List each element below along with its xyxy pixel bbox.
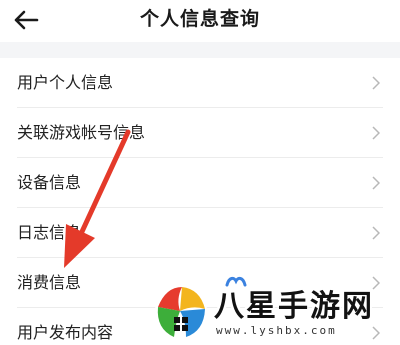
section-gap — [0, 42, 400, 58]
top-bar: 个人信息查询 — [0, 0, 400, 42]
list-item-label: 关联游戏帐号信息 — [17, 123, 146, 142]
list-item-log-info[interactable]: 日志信息 — [0, 208, 400, 258]
page-title: 个人信息查询 — [139, 8, 260, 30]
list-item-user-info[interactable]: 用户个人信息 — [0, 58, 400, 108]
list-item-linked-game-accounts[interactable]: 关联游戏帐号信息 — [0, 108, 400, 158]
chevron-right-icon — [372, 76, 380, 90]
chevron-right-icon — [372, 226, 380, 240]
screen: 个人信息查询 用户个人信息 关联游戏帐号信息 设备信息 日志信息 消费信息 用户… — [0, 0, 400, 345]
list-item-device-info[interactable]: 设备信息 — [0, 158, 400, 208]
list-item-label: 消费信息 — [17, 273, 82, 292]
chevron-right-icon — [372, 176, 380, 190]
watermark-title: 八星手游网 — [214, 289, 374, 324]
list-item-label: 设备信息 — [17, 173, 82, 192]
list-item-label: 用户个人信息 — [17, 73, 114, 92]
watermark: 八星手游网 www.lyshbx.com — [152, 281, 398, 343]
chevron-right-icon — [372, 126, 380, 140]
list-item-label: 日志信息 — [17, 223, 82, 242]
site-logo-icon — [155, 283, 207, 339]
list-item-label: 用户发布内容 — [17, 323, 114, 342]
watermark-url: www.lyshbx.com — [216, 324, 337, 337]
